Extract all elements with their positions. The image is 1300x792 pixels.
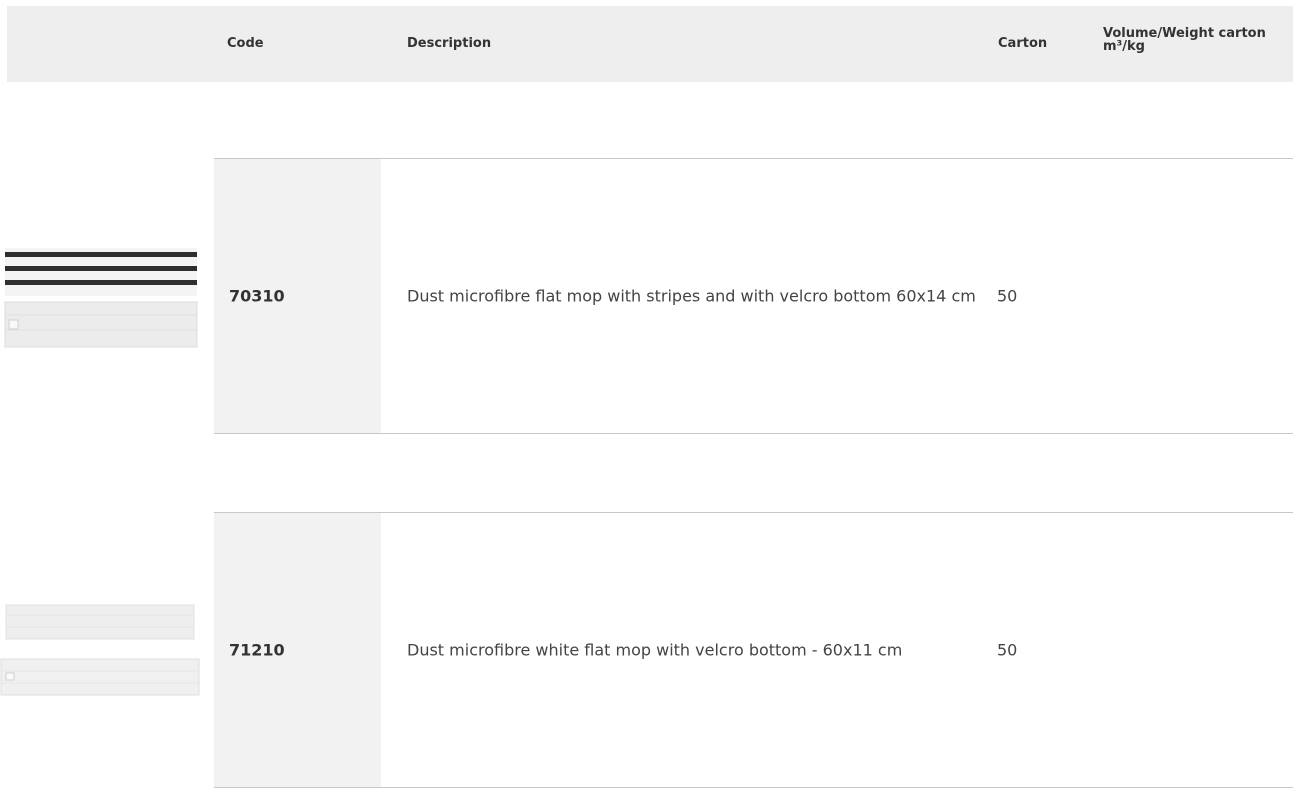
table-row: 71210 Dust microfibre white flat mop wit… [214,512,1293,788]
column-header-code: Code [227,36,264,51]
product-code: 71210 [229,640,285,660]
column-header-description: Description [407,36,492,51]
white-mop-pad-image [0,595,205,724]
carton-quantity: 50 [997,640,1018,660]
column-header-carton: Carton [998,36,1048,51]
code-cell: 70310 [214,159,381,433]
column-header-volume-weight: Volume/Weight carton m³/kg [1103,27,1293,53]
code-cell: 71210 [214,513,381,787]
table-header: Code Description Carton Volume/Weight ca… [7,6,1293,82]
table-row: 70310 Dust microfibre flat mop with stri… [214,158,1293,434]
column-header-volume-weight-line2: m³/kg [1103,39,1145,54]
striped-mop-pad-image [0,240,205,359]
product-code: 70310 [229,286,285,306]
product-description: Dust microfibre flat mop with stripes an… [407,286,976,306]
product-description: Dust microfibre white flat mop with velc… [407,640,903,660]
carton-quantity: 50 [997,286,1018,306]
